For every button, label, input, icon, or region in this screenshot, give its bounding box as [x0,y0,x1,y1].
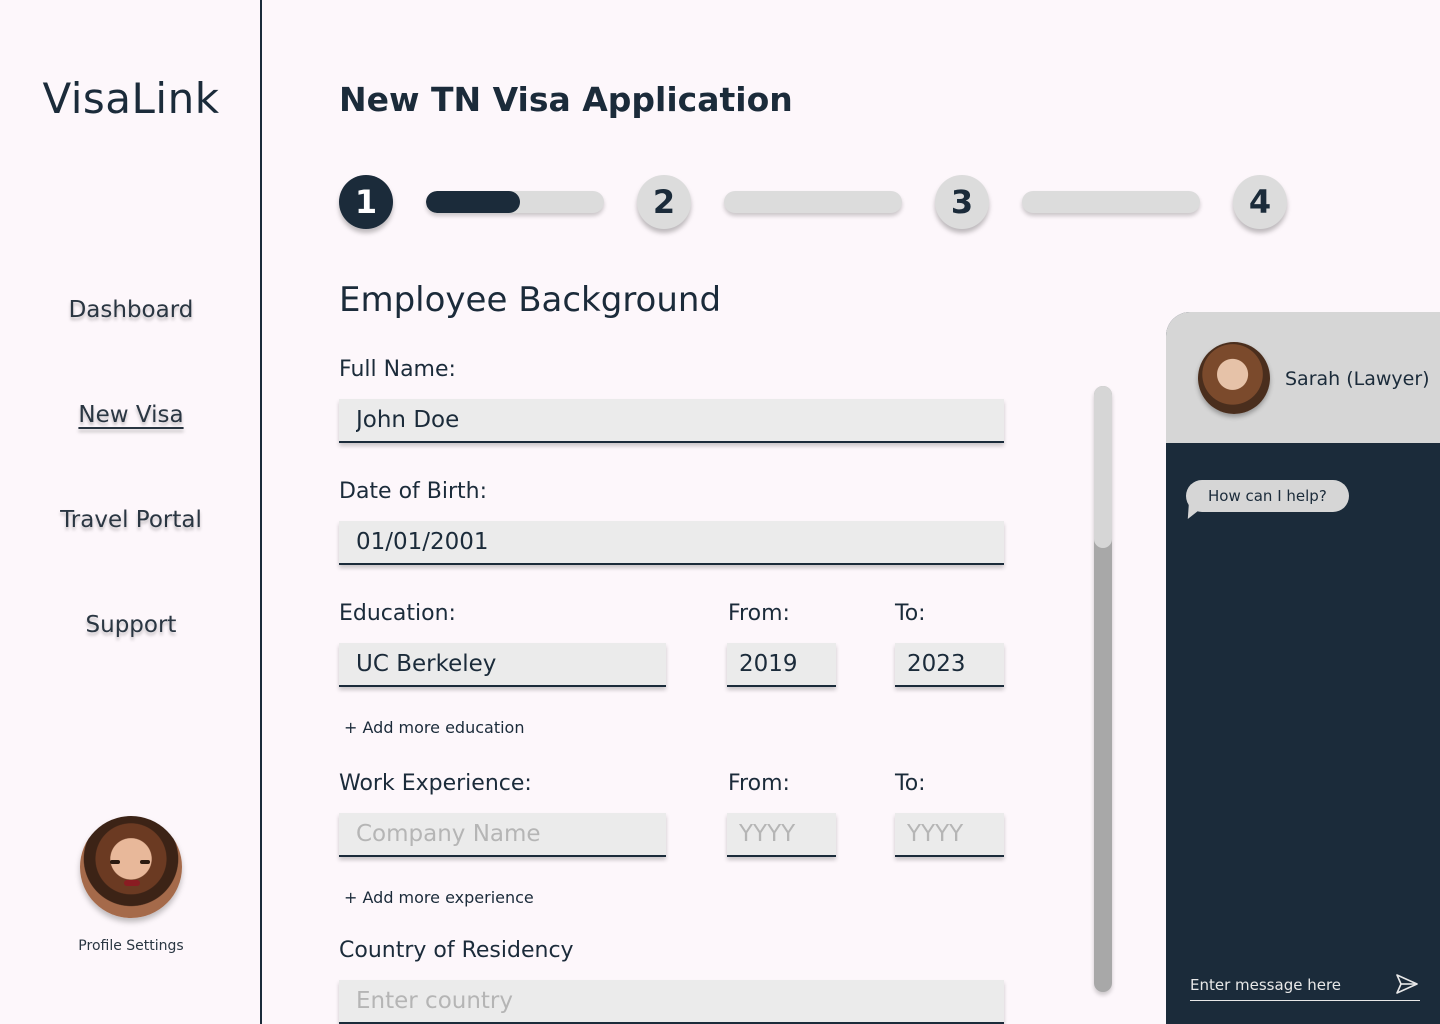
education-from-label: From: [728,601,790,626]
company-name-input[interactable] [339,813,666,857]
work-from-input[interactable] [727,813,836,857]
sidebar: VisaLink Dashboard New Visa Travel Porta… [0,0,262,1024]
education-to-label: To: [895,601,926,626]
dob-input[interactable] [339,521,1004,565]
work-from-label: From: [728,771,790,796]
step-4[interactable]: 4 [1233,175,1287,229]
progress-fill [426,191,521,213]
full-name-label: Full Name: [339,357,456,382]
nav-new-visa[interactable]: New Visa [0,402,262,428]
chat-message-bubble: How can I help? [1186,480,1349,512]
residency-label: Country of Residency [339,938,574,963]
nav-support-label: Support [85,612,177,638]
education-from-input[interactable] [727,643,836,687]
profile-avatar[interactable] [80,816,182,918]
step-3[interactable]: 3 [935,175,989,229]
progress-track-3 [1022,191,1200,213]
section-title: Employee Background [339,280,722,320]
lawyer-avatar [1198,342,1270,414]
app-logo: VisaLink [42,74,220,123]
education-label: Education: [339,601,456,626]
add-education-link[interactable]: + Add more education [344,718,524,737]
avatar-eye [110,860,120,864]
full-name-input[interactable] [339,399,1004,443]
progress-track-2 [724,191,902,213]
step-2[interactable]: 2 [637,175,691,229]
education-to-input[interactable] [895,643,1004,687]
page-title: New TN Visa Application [339,80,793,119]
form-scrollbar[interactable] [1094,386,1112,992]
work-to-input[interactable] [895,813,1004,857]
avatar-eye [140,860,150,864]
nav-new-visa-label: New Visa [78,402,184,428]
send-icon[interactable] [1396,974,1418,994]
add-experience-link[interactable]: + Add more experience [344,888,534,907]
chat-panel: Sarah (Lawyer) How can I help? [1166,312,1440,1024]
work-to-label: To: [895,771,926,796]
scrollbar-thumb[interactable] [1094,386,1112,548]
education-input[interactable] [339,643,666,687]
profile-settings-link[interactable]: Profile Settings [0,938,262,954]
work-label: Work Experience: [339,771,532,796]
chat-message-input[interactable] [1190,972,1390,998]
nav-travel-portal-label: Travel Portal [60,507,202,533]
nav-support[interactable]: Support [0,612,262,638]
country-input[interactable] [339,980,1004,1024]
dob-label: Date of Birth: [339,479,488,504]
lawyer-name: Sarah (Lawyer) [1285,368,1430,390]
nav-travel-portal[interactable]: Travel Portal [0,507,262,533]
chat-header: Sarah (Lawyer) [1166,312,1440,443]
step-1[interactable]: 1 [339,175,393,229]
nav-dashboard[interactable]: Dashboard [0,297,262,323]
avatar-lips [124,880,140,886]
nav-dashboard-label: Dashboard [68,297,194,323]
chat-input-underline [1190,1000,1420,1001]
progress-track-1 [426,191,604,213]
